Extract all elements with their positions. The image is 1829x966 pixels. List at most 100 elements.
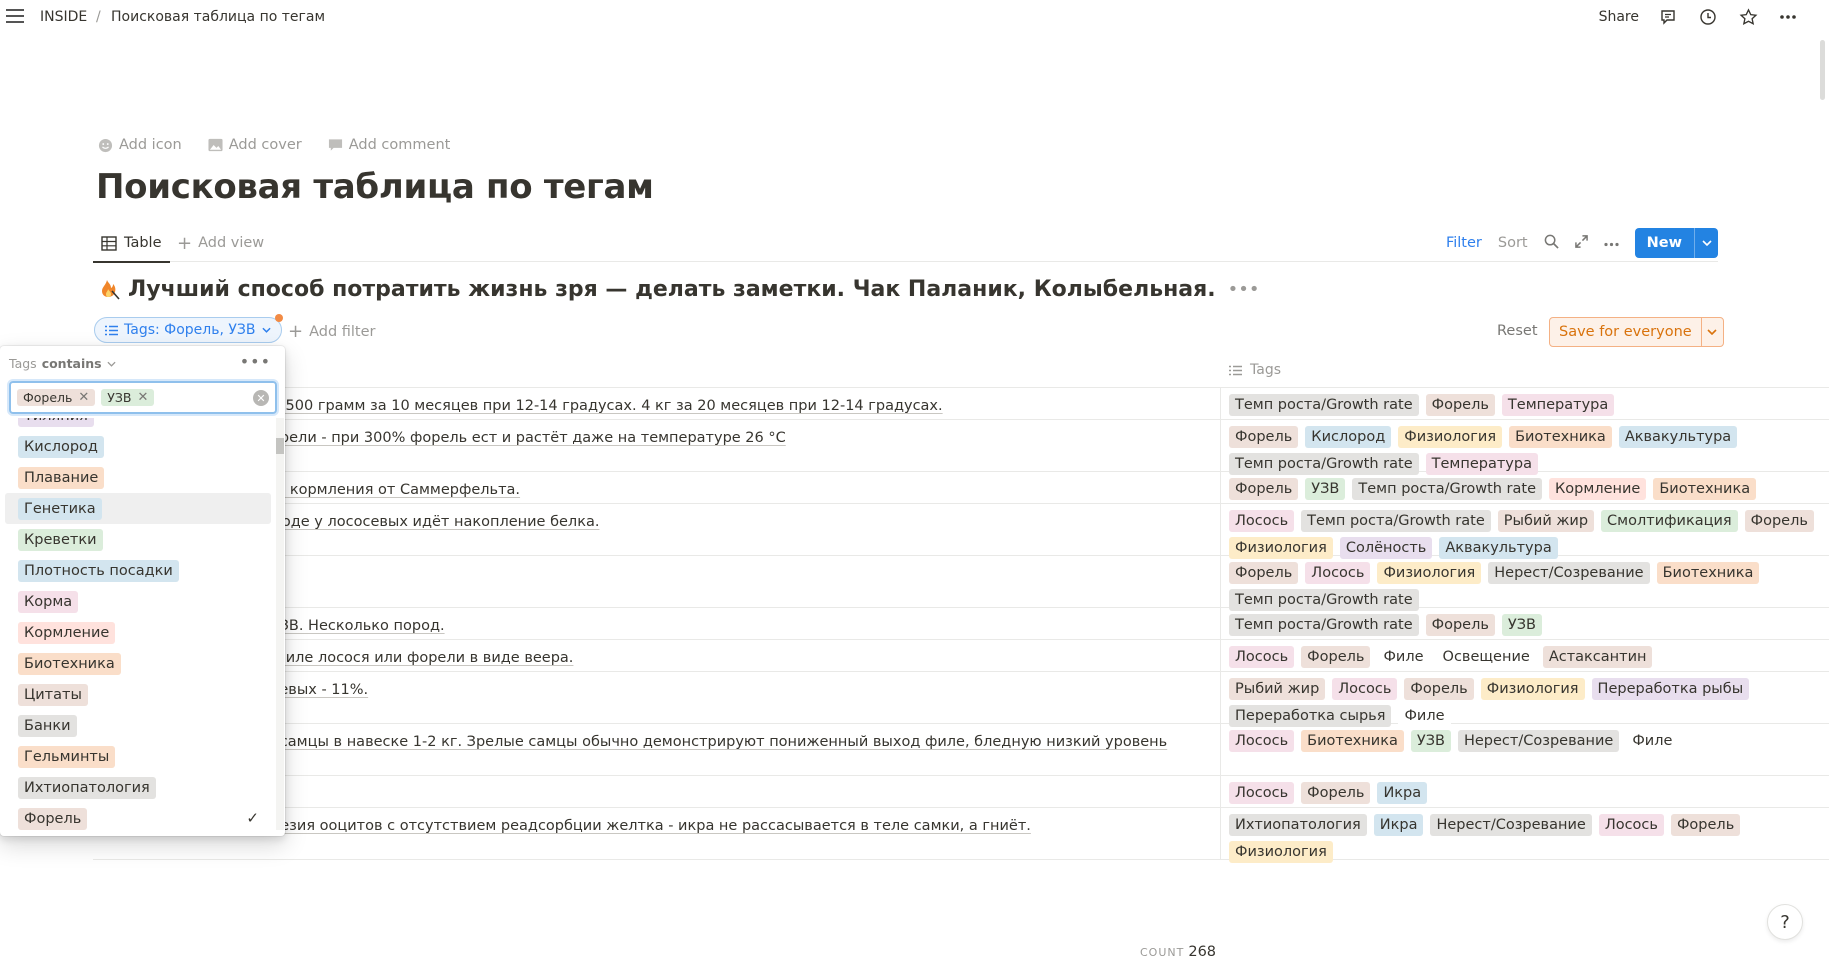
database-more-icon[interactable]: ••• (1228, 279, 1260, 300)
filter-more-icon[interactable]: ••• (240, 352, 271, 371)
tab-table[interactable]: Table (93, 224, 170, 263)
row-tags-cell[interactable]: Лосось Биотехника УЗВ Нерест/Созревание Филе (1229, 730, 1829, 752)
tag: Ихтиопатология (1229, 814, 1367, 836)
tag-option[interactable]: Ихтиопатология (5, 772, 271, 803)
tag-option[interactable]: Кислород (5, 431, 271, 462)
tag: Форель (1229, 478, 1299, 500)
tag: Форель (1670, 814, 1741, 836)
tag-option[interactable]: Биотехника (5, 648, 271, 679)
tag-option-label: Корма (18, 590, 79, 613)
tag-option[interactable]: Тиляпия (5, 418, 271, 431)
tag: Филе (1626, 730, 1679, 752)
view-more-icon[interactable] (1604, 235, 1619, 251)
column-divider (1220, 556, 1221, 607)
filter-operator[interactable]: contains (42, 356, 102, 371)
filter-property: Tags (9, 356, 37, 371)
tag: Икра (1373, 814, 1424, 836)
options-scrollbar[interactable] (276, 418, 284, 830)
tag: Темп роста/Growth rate (1352, 478, 1543, 500)
table-row[interactable]: определения окраски филе лосося или форе… (93, 640, 1829, 672)
tag-option[interactable]: Цитаты (5, 679, 271, 710)
selected-tag-label: Форель (23, 390, 73, 405)
tag-option-label: Форель (18, 807, 88, 830)
save-for-everyone-label[interactable]: Save for everyone (1550, 318, 1701, 346)
add-cover-button[interactable]: Add cover (208, 137, 302, 153)
add-filter-button[interactable]: + Add filter (288, 321, 376, 342)
column-divider (1220, 420, 1221, 471)
add-comment-button[interactable]: Add comment (328, 137, 450, 153)
tag-option[interactable]: Банки (5, 710, 271, 741)
remove-tag-icon[interactable]: ✕ (138, 390, 149, 405)
table-row[interactable]: ние жира в филе лососевых - 11%.Рыбий жи… (93, 672, 1829, 727)
selected-tags: Форель ✕ УЗВ ✕ (17, 389, 155, 406)
row-tags-cell[interactable]: Рыбий жир Лосось Форель Физиология Переработ… (1229, 678, 1829, 727)
tag-option[interactable]: Креветки (5, 524, 271, 555)
tag-option[interactable]: Корма (5, 586, 271, 617)
search-icon[interactable] (1544, 234, 1559, 253)
table-row[interactable]: лияет на их созреваниеФорельЛососьФизиол… (93, 556, 1829, 611)
share-button[interactable]: Share (1599, 9, 1639, 25)
table-row[interactable]: породы Виверс/Viviers - 500 грамм за 10 … (93, 388, 1829, 420)
row-tags-cell[interactable]: Форель Кислород Физиология Биотехника Акваку… (1229, 426, 1829, 475)
tag: УЗВ (1410, 730, 1451, 752)
table-row[interactable]: о навески 1,5 и 4 кг в УЗВ. Несколько по… (93, 608, 1829, 640)
chevron-down-icon[interactable] (1700, 318, 1723, 346)
row-tags-cell[interactable]: Ихтиопатология Икра Нерест/Созревание Лосос… (1229, 814, 1829, 863)
plus-icon: + (288, 321, 304, 342)
column-divider (1220, 776, 1221, 807)
tag: Смолтификация (1601, 510, 1738, 532)
comment-icon (328, 139, 342, 151)
expand-icon[interactable] (1574, 234, 1588, 252)
database-title[interactable]: Лучший способ потратить жизнь зря — дела… (98, 277, 1260, 302)
breadcrumb-workspace[interactable]: INSIDE (40, 9, 87, 25)
row-count: COUNT 268 (1140, 944, 1216, 960)
sort-button[interactable]: Sort (1498, 235, 1528, 251)
tag: Рыбий жир (1229, 678, 1326, 700)
tag: Кормление (1549, 478, 1647, 500)
row-tags-cell[interactable]: Лосось Темп роста/Growth rate Рыбий жир Смо… (1229, 510, 1829, 559)
filter-condition[interactable]: Tags contains (9, 356, 116, 371)
table-row[interactable]: ких температурах у форели - при 300% фор… (93, 420, 1829, 475)
page-scrollbar[interactable] (1820, 40, 1825, 100)
history-icon[interactable] (1697, 6, 1719, 28)
save-for-everyone-button[interactable]: Save for everyone (1549, 317, 1724, 347)
tag-option[interactable]: Форель ✓ (5, 803, 271, 830)
comments-icon[interactable] (1657, 6, 1679, 28)
reset-button[interactable]: Reset (1497, 323, 1538, 339)
favorite-star-icon[interactable] (1737, 6, 1759, 28)
tag-option[interactable]: Плавание (5, 462, 271, 493)
tag-option[interactable]: Плотность посадки (5, 555, 271, 586)
row-tags-cell[interactable]: Темп роста/Growth rate Форель Температура (1229, 394, 1829, 416)
new-button-label[interactable]: New (1635, 228, 1694, 258)
table-row[interactable]: созревает рано в УЗВ - самцы в навеске 1… (93, 724, 1829, 776)
remove-tag-icon[interactable]: ✕ (78, 390, 89, 405)
tag-option-label: Тиляпия (18, 418, 94, 427)
table-row[interactable]: разбросами и рационом кормления от Самме… (93, 472, 1829, 504)
menu-icon[interactable] (6, 9, 24, 23)
help-button[interactable]: ? (1767, 904, 1803, 940)
row-tags-cell[interactable]: Форель УЗВ Темп роста/Growth rate Кормление… (1229, 478, 1829, 500)
filter-button[interactable]: Filter (1446, 235, 1482, 251)
row-tags-cell[interactable]: Лосось Форель Икра (1229, 782, 1829, 804)
tag: Лосось (1229, 510, 1295, 532)
tags-filter-chip[interactable]: Tags: Форель, УЗВ (94, 314, 283, 343)
table-row[interactable]: Икра лосося - фотоЛососьФорельИкра (93, 776, 1829, 808)
tag-option[interactable]: Генетика (5, 493, 271, 524)
table-row[interactable]: Патологическая атрезия ооцитов с отсутст… (93, 808, 1829, 863)
tag-option[interactable]: Гельминты (5, 741, 271, 772)
new-button[interactable]: New (1634, 228, 1718, 258)
tag-option[interactable]: Кормление (5, 617, 271, 648)
clear-icon[interactable]: ✕ (253, 390, 269, 406)
page-title[interactable]: Поисковая таблица по тегам (96, 167, 654, 207)
add-icon-button[interactable]: Add icon (98, 137, 182, 153)
row-tags-cell[interactable]: Лосось Форель Филе Освещение Астаксантин (1229, 646, 1829, 668)
add-view-button[interactable]: + Add view (177, 224, 264, 262)
table-row[interactable]: вается, что в пресной воде у лососевых и… (93, 504, 1829, 559)
row-tags-cell[interactable]: Темп роста/Growth rate Форель УЗВ (1229, 614, 1829, 636)
column-header-tags[interactable]: Tags (1229, 362, 1281, 378)
row-tags-cell[interactable]: Форель Лосось Физиология Нерест/Созревание Б… (1229, 562, 1829, 611)
more-options-icon[interactable] (1777, 6, 1799, 28)
chevron-down-icon[interactable] (1694, 228, 1718, 258)
tags-select-input[interactable]: Форель ✕ УЗВ ✕ ✕ (9, 381, 277, 414)
breadcrumb-page[interactable]: Поисковая таблица по тегам (111, 9, 325, 25)
